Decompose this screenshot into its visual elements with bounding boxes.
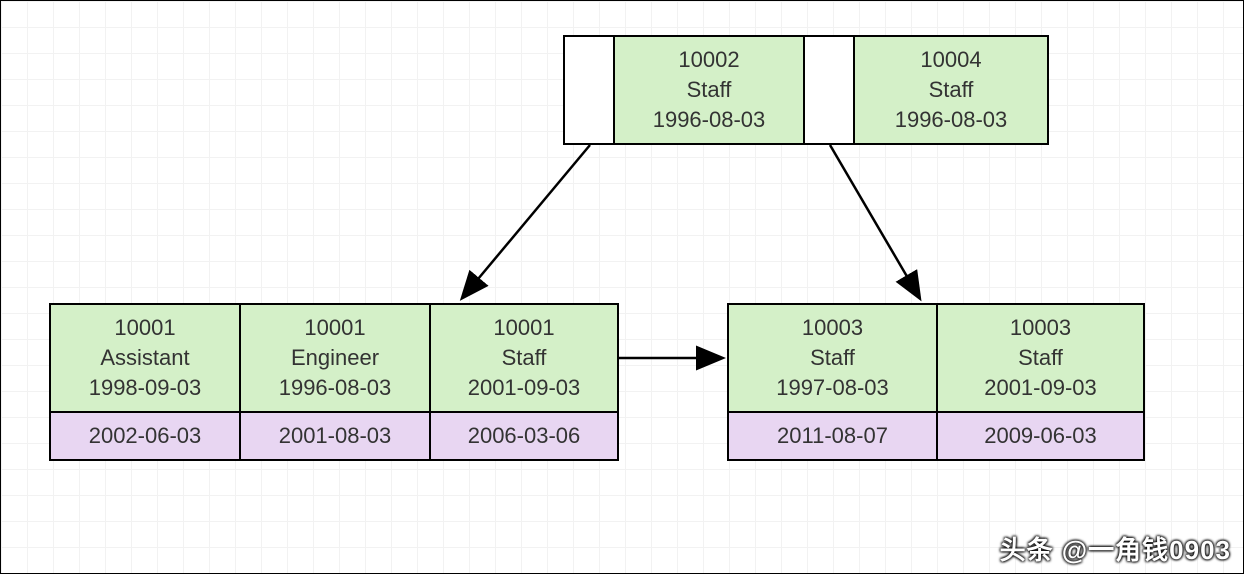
- root-blank-0: [565, 37, 615, 143]
- root-cell-0-date: 1996-08-03: [653, 105, 766, 135]
- right-footer-1: 2009-06-03: [938, 413, 1143, 459]
- left-cell-0-id: 10001: [114, 313, 175, 343]
- right-child-node: 10003 Staff 1997-08-03 10003 Staff 2001-…: [727, 303, 1145, 413]
- left-footer-2-text: 2006-03-06: [468, 421, 581, 451]
- arrow-root-to-left: [463, 145, 590, 297]
- left-footer-0-text: 2002-06-03: [89, 421, 202, 451]
- diagram-canvas: 10002 Staff 1996-08-03 10004 Staff 1996-…: [0, 0, 1244, 574]
- right-child-footer: 2011-08-07 2009-06-03: [727, 413, 1145, 461]
- left-cell-2-date: 2001-09-03: [468, 373, 581, 403]
- left-child-footer: 2002-06-03 2001-08-03 2006-03-06: [49, 413, 619, 461]
- root-cell-1: 10004 Staff 1996-08-03: [855, 37, 1047, 143]
- left-footer-1-text: 2001-08-03: [279, 421, 392, 451]
- right-cell-1-id: 10003: [1010, 313, 1071, 343]
- left-cell-0-role: Assistant: [100, 343, 189, 373]
- left-cell-0-date: 1998-09-03: [89, 373, 202, 403]
- left-footer-1: 2001-08-03: [241, 413, 431, 459]
- right-cell-0: 10003 Staff 1997-08-03: [729, 305, 938, 411]
- root-cell-0-role: Staff: [687, 75, 732, 105]
- root-cell-1-date: 1996-08-03: [895, 105, 1008, 135]
- watermark-text: 头条 @一角钱0903: [1000, 530, 1231, 567]
- left-cell-2-role: Staff: [502, 343, 547, 373]
- right-footer-1-text: 2009-06-03: [984, 421, 1097, 451]
- left-cell-2-id: 10001: [493, 313, 554, 343]
- left-footer-2: 2006-03-06: [431, 413, 617, 459]
- root-node: 10002 Staff 1996-08-03 10004 Staff 1996-…: [563, 35, 1049, 145]
- left-footer-0: 2002-06-03: [51, 413, 241, 459]
- left-cell-1-id: 10001: [304, 313, 365, 343]
- left-child-node: 10001 Assistant 1998-09-03 10001 Enginee…: [49, 303, 619, 413]
- root-cell-0-id: 10002: [678, 45, 739, 75]
- arrow-root-to-right: [830, 145, 919, 297]
- left-cell-0: 10001 Assistant 1998-09-03: [51, 305, 241, 411]
- right-cell-0-date: 1997-08-03: [776, 373, 889, 403]
- right-footer-0: 2011-08-07: [729, 413, 938, 459]
- root-cell-1-role: Staff: [929, 75, 974, 105]
- left-cell-1: 10001 Engineer 1996-08-03: [241, 305, 431, 411]
- root-cell-0: 10002 Staff 1996-08-03: [615, 37, 805, 143]
- right-cell-1: 10003 Staff 2001-09-03: [938, 305, 1143, 411]
- left-cell-2: 10001 Staff 2001-09-03: [431, 305, 617, 411]
- right-cell-0-role: Staff: [810, 343, 855, 373]
- right-cell-1-date: 2001-09-03: [984, 373, 1097, 403]
- left-cell-1-role: Engineer: [291, 343, 379, 373]
- root-blank-1: [805, 37, 855, 143]
- right-cell-1-role: Staff: [1018, 343, 1063, 373]
- right-footer-0-text: 2011-08-07: [777, 421, 888, 451]
- root-cell-1-id: 10004: [920, 45, 981, 75]
- left-cell-1-date: 1996-08-03: [279, 373, 392, 403]
- right-cell-0-id: 10003: [802, 313, 863, 343]
